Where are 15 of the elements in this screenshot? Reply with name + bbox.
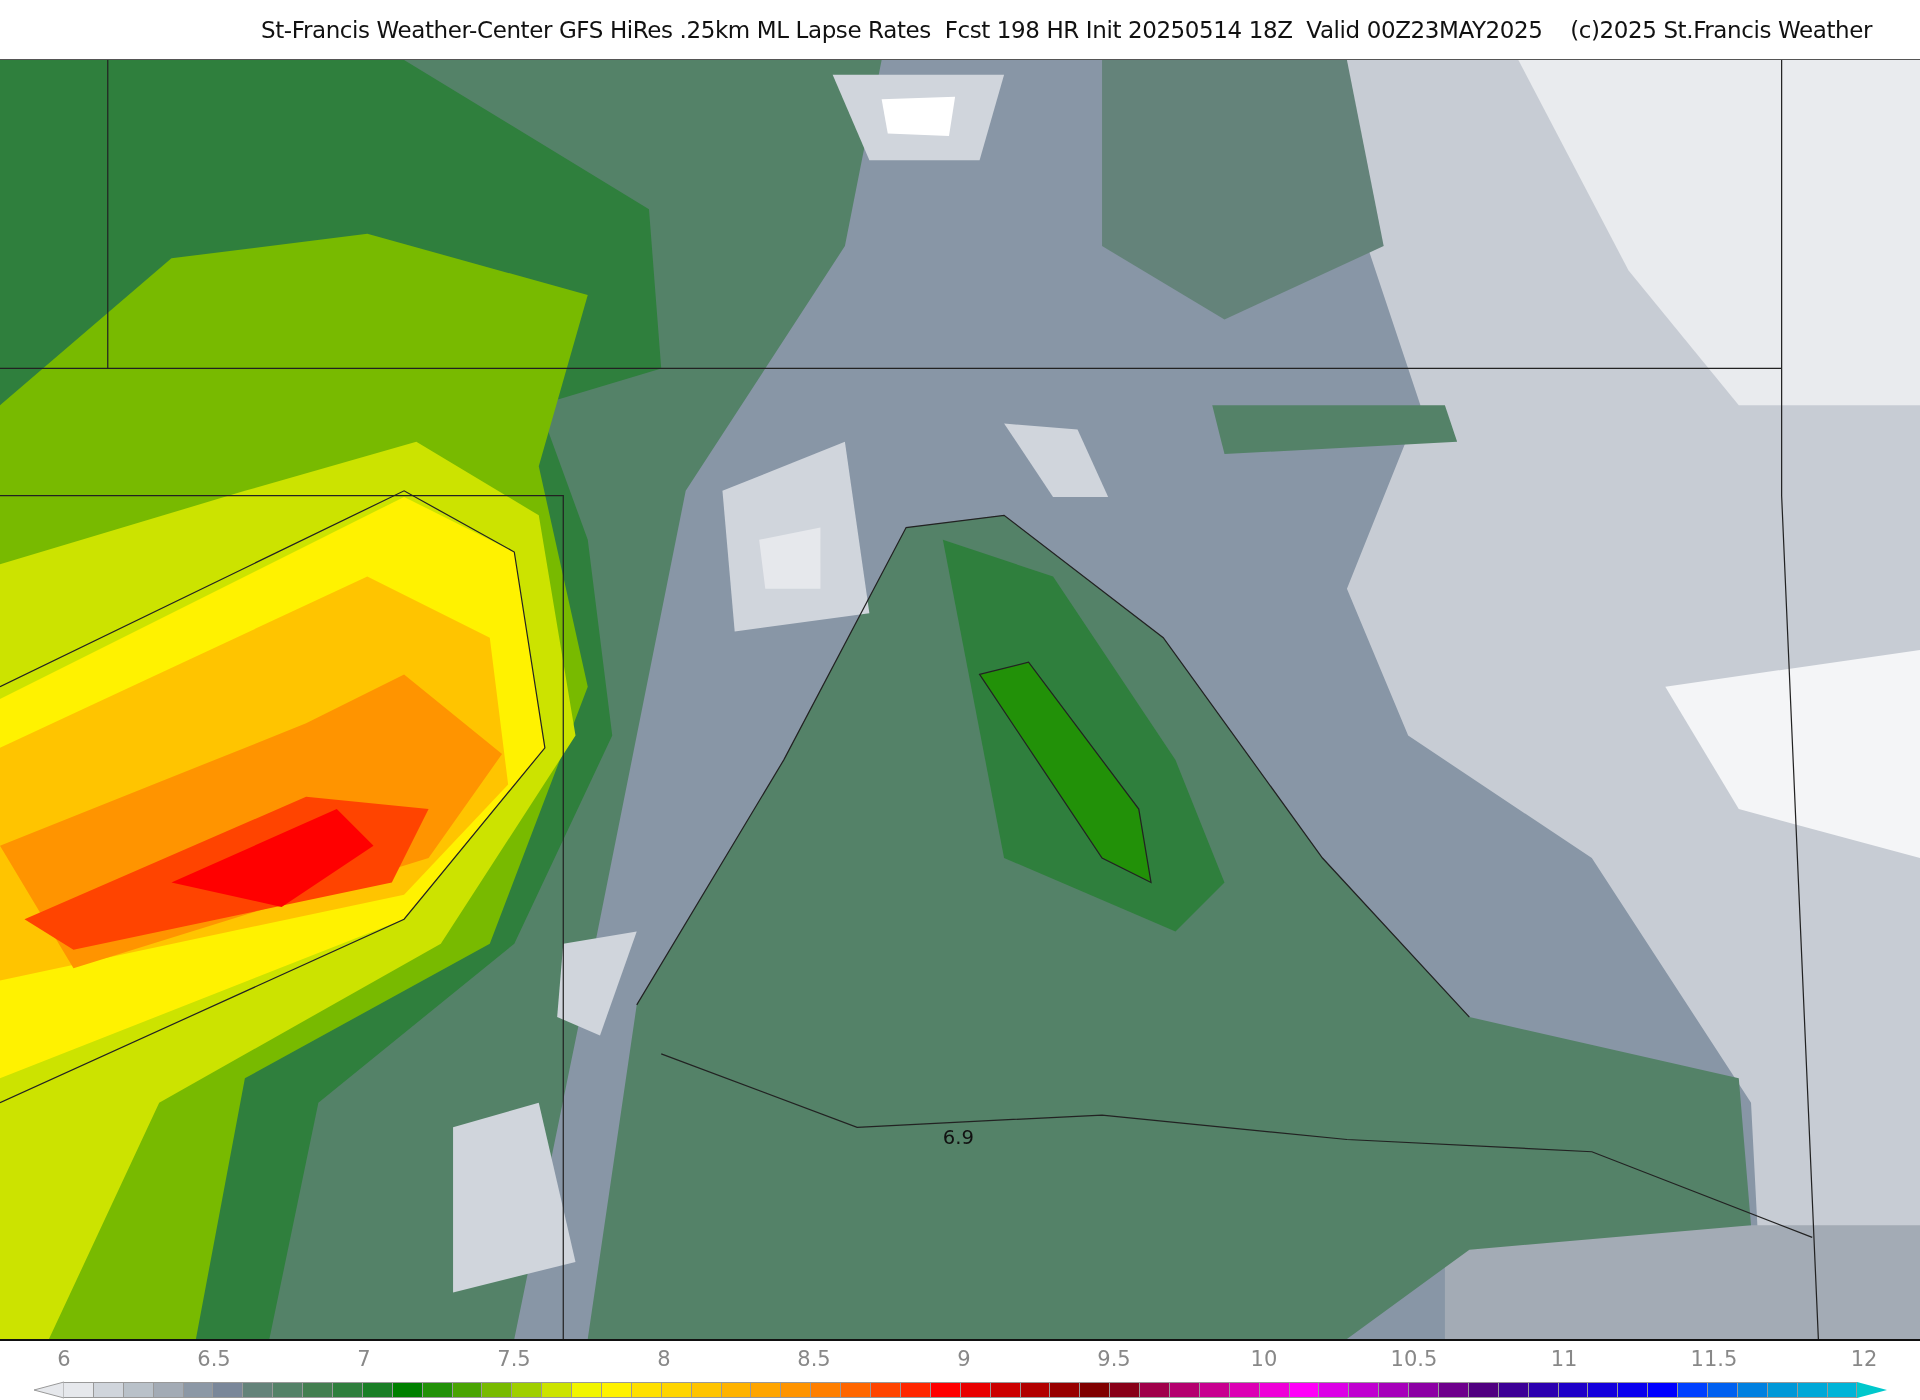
colorbar-tick-label: 9.5 xyxy=(1097,1347,1131,1371)
colorbar-tick-label: 6.5 xyxy=(197,1347,231,1371)
colorbar-tick-label: 11 xyxy=(1550,1347,1578,1371)
chart-title: St-Francis Weather-Center GFS HiRes .25km ML Lapse Rates Fcst 198 HR Init 20250514 18Z Valid 00Z23MAY2025 (c)2025 St.Francis Weather xyxy=(261,16,1872,43)
colorbar-tick-label: 7 xyxy=(357,1347,371,1371)
colorbar-tick-label: 11.5 xyxy=(1690,1347,1738,1371)
colorbar-tick-label: 8 xyxy=(657,1347,671,1371)
colorbar-tick-label: 10 xyxy=(1250,1347,1278,1371)
colorbar-tick-label: 10.5 xyxy=(1390,1347,1438,1371)
colorbar-tick-label: 8.5 xyxy=(797,1347,831,1371)
colorbar-tick-label: 9 xyxy=(957,1347,971,1371)
colorbar-tick-label: 6 xyxy=(57,1347,71,1371)
contour-label: 6.9 xyxy=(942,1126,974,1150)
colorbar-tick-label: 7.5 xyxy=(497,1347,531,1371)
colorbar-tick-label: 12 xyxy=(1850,1347,1878,1371)
